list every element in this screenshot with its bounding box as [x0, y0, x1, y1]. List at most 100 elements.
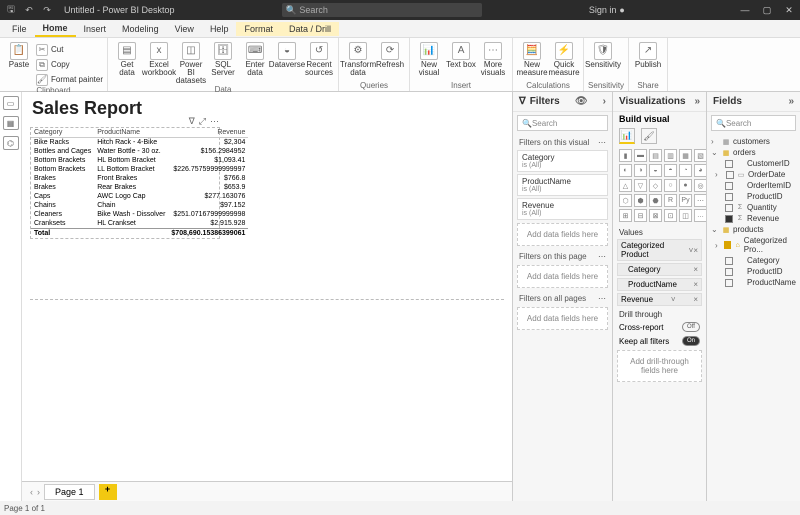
next-page-icon[interactable]: › — [37, 487, 40, 497]
maximize-icon[interactable]: ▢ — [760, 5, 774, 16]
more-icon[interactable]: ⋯ — [210, 116, 219, 127]
table-row[interactable]: Bottom BracketsHL Bottom Bracket$1,093.4… — [31, 156, 248, 165]
viz-type-icon[interactable]: ▽ — [634, 179, 647, 192]
checkbox-icon[interactable] — [725, 204, 733, 212]
field-item[interactable]: ΣQuantity — [711, 202, 796, 213]
viz-type-icon[interactable]: ⊡ — [664, 209, 677, 222]
redo-icon[interactable]: ↷ — [40, 5, 54, 16]
publish-button[interactable]: ↗Publish — [633, 40, 663, 69]
checkbox-icon[interactable] — [726, 171, 734, 179]
undo-icon[interactable]: ↶ — [22, 5, 36, 16]
refresh-button[interactable]: ⟳Refresh — [375, 40, 405, 69]
paste-button[interactable]: 📋Paste — [4, 40, 34, 69]
checkbox-icon[interactable] — [725, 215, 733, 223]
viz-type-icon[interactable]: ◫ — [679, 209, 692, 222]
toggle-off-icon[interactable]: Off — [682, 322, 700, 332]
tab-view[interactable]: View — [167, 22, 202, 36]
viz-type-icon[interactable]: ⊞ — [619, 209, 632, 222]
field-item[interactable]: ›▭OrderDate — [711, 169, 796, 180]
excel-button[interactable]: xExcel workbook — [144, 40, 174, 77]
dataverse-button[interactable]: ◒Dataverse — [272, 40, 302, 69]
viz-type-icon[interactable]: ▬ — [634, 149, 647, 162]
viz-type-icon[interactable]: ⊠ — [649, 209, 662, 222]
viz-type-icon[interactable]: ⊟ — [634, 209, 647, 222]
viz-type-icon[interactable]: ◇ — [649, 179, 662, 192]
filter-productname[interactable]: ProductNameis (All) — [517, 174, 608, 196]
viz-type-icon[interactable]: ○ — [664, 179, 677, 192]
page-tab-1[interactable]: Page 1 — [44, 484, 95, 500]
viz-type-icon[interactable]: ◓ — [664, 164, 677, 177]
table-row[interactable]: CleanersBike Wash - Dissolver$251.071679… — [31, 210, 248, 219]
viz-type-icon[interactable]: ⬢ — [634, 194, 647, 207]
report-canvas[interactable]: Sales Report ∇ ⤢ ⋯ Category ProductName … — [22, 92, 512, 501]
viz-type-icon[interactable]: ▮ — [619, 149, 632, 162]
model-view-icon[interactable]: ⌬ — [3, 136, 19, 150]
recent-sources-button[interactable]: ↺Recent sources — [304, 40, 334, 77]
table-row[interactable]: Bottles and CagesWater Bottle - 30 oz.$1… — [31, 147, 248, 156]
build-tab-icon[interactable]: 📊 — [619, 128, 635, 144]
viz-type-icon[interactable]: ◔ — [679, 164, 692, 177]
bucket-category[interactable]: Category× — [617, 263, 702, 276]
checkbox-icon[interactable] — [725, 257, 733, 265]
table-orders[interactable]: ⌄▦orders — [711, 147, 796, 158]
field-item[interactable]: CustomerID — [711, 158, 796, 169]
col-revenue[interactable]: Revenue — [168, 128, 248, 138]
text-box-button[interactable]: AText box — [446, 40, 476, 69]
table-row[interactable]: BrakesFront Brakes$766.8 — [31, 174, 248, 183]
field-item[interactable]: ProductName — [711, 277, 796, 288]
toggle-on-icon[interactable]: On — [682, 336, 700, 346]
table-row[interactable]: CapsAWC Logo Cap$277.163076 — [31, 192, 248, 201]
tab-format[interactable]: Format — [236, 22, 281, 36]
close-icon[interactable]: ✕ — [782, 5, 796, 16]
remove-icon[interactable]: × — [693, 280, 698, 289]
prev-page-icon[interactable]: ‹ — [30, 487, 33, 497]
table-row[interactable]: BrakesRear Brakes$653.9 — [31, 183, 248, 192]
minimize-icon[interactable]: — — [738, 5, 752, 15]
report-view-icon[interactable]: ▭ — [3, 96, 19, 110]
cut-button[interactable]: ✂Cut — [36, 42, 103, 56]
filter-category[interactable]: Categoryis (All) — [517, 150, 608, 172]
viz-type-icon[interactable]: ◑ — [634, 164, 647, 177]
tab-data-drill[interactable]: Data / Drill — [281, 22, 339, 36]
table-row[interactable]: Bike RacksHitch Rack - 4-Bike$2,304 — [31, 138, 248, 148]
viz-type-icon[interactable]: ◒ — [649, 164, 662, 177]
table-row[interactable]: ChainsChain$97.152 — [31, 201, 248, 210]
add-page-button[interactable]: + — [99, 484, 117, 500]
table-row[interactable]: CranksetsHL Crankset$2,915.928 — [31, 219, 248, 229]
collapse-icon[interactable]: » — [788, 96, 794, 107]
filter-revenue[interactable]: Revenueis (All) — [517, 198, 608, 220]
data-view-icon[interactable]: ▦ — [3, 116, 19, 130]
tab-modeling[interactable]: Modeling — [114, 22, 167, 36]
remove-icon[interactable]: × — [693, 246, 698, 255]
field-item[interactable]: OrderItemID — [711, 180, 796, 191]
table-row[interactable]: Bottom BracketsLL Bottom Bracket$226.757… — [31, 165, 248, 174]
more-visuals-button[interactable]: ⋯More visuals — [478, 40, 508, 77]
field-item[interactable]: ›⌂Categorized Pro... — [711, 235, 796, 255]
save-icon[interactable]: 🖫 — [4, 2, 18, 18]
format-painter-button[interactable]: 🖌Format painter — [36, 72, 103, 86]
checkbox-icon[interactable] — [725, 193, 733, 201]
field-item[interactable]: Category — [711, 255, 796, 266]
sign-in-button[interactable]: Sign in● — [589, 5, 625, 15]
field-item[interactable]: ΣRevenue — [711, 213, 796, 224]
more-icon[interactable]: ⋯ — [598, 252, 606, 261]
new-measure-button[interactable]: 🧮New measure — [517, 40, 547, 77]
filters-all-well[interactable]: Add data fields here — [517, 307, 608, 330]
col-productname[interactable]: ProductName — [94, 128, 168, 138]
viz-type-icon[interactable]: R — [664, 194, 677, 207]
pbi-datasets-button[interactable]: ◫Power BI datasets — [176, 40, 206, 85]
more-icon[interactable]: ⋯ — [598, 138, 606, 147]
collapse-icon[interactable]: › — [603, 96, 606, 107]
sensitivity-button[interactable]: 🛡Sensitivity — [588, 40, 618, 69]
viz-type-icon[interactable]: ⬣ — [649, 194, 662, 207]
format-tab-icon[interactable]: 🖌 — [641, 128, 657, 144]
viz-type-icon[interactable]: ● — [679, 179, 692, 192]
checkbox-icon[interactable] — [725, 268, 733, 276]
checkbox-icon[interactable] — [725, 160, 733, 168]
enter-data-button[interactable]: ⌨Enter data — [240, 40, 270, 77]
new-visual-button[interactable]: 📊New visual — [414, 40, 444, 77]
chevron-down-icon[interactable]: ˅ — [671, 295, 676, 304]
viz-type-icon[interactable]: △ — [619, 179, 632, 192]
global-search[interactable]: 🔍 Search — [282, 3, 482, 17]
table-customers[interactable]: ›▦customers — [711, 136, 796, 147]
